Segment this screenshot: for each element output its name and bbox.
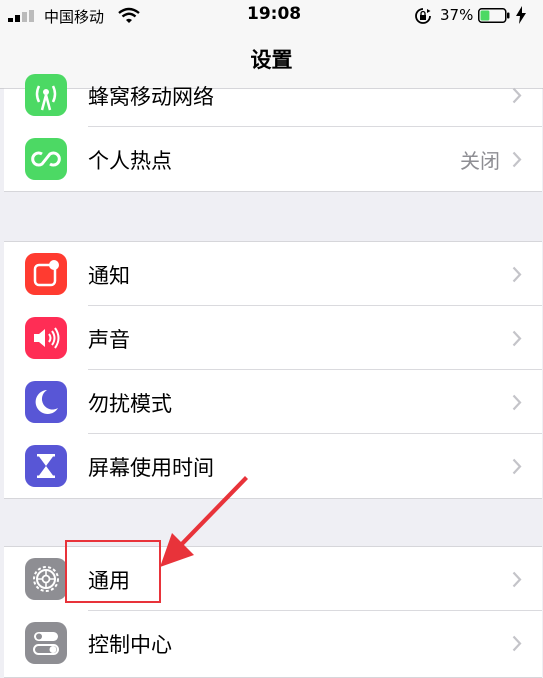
settings-row-screen-time[interactable]: 屏幕使用时间: [4, 434, 542, 498]
settings-group-network: 蜂窝移动网络 个人热点 关闭: [4, 74, 542, 192]
wifi-icon: [118, 7, 140, 23]
chevron-right-icon: [512, 330, 522, 347]
rotation-lock-icon: [415, 8, 431, 24]
chevron-right-icon: [512, 571, 522, 588]
settings-row-sounds[interactable]: 声音: [4, 306, 542, 370]
annotation-arrow-icon: [160, 476, 248, 567]
chevron-right-icon: [512, 87, 522, 104]
settings-row-label: 声音: [88, 328, 130, 352]
status-time: 19:08: [247, 4, 302, 24]
gear-icon: [25, 558, 67, 600]
settings-row-label: 勿扰模式: [88, 392, 172, 416]
hourglass-icon: [25, 445, 67, 487]
settings-row-label: 通知: [88, 264, 130, 288]
carrier-name: 中国移动: [44, 8, 105, 26]
chevron-right-icon: [512, 458, 522, 475]
speaker-icon: [25, 317, 67, 359]
battery-percent: 37%: [440, 6, 474, 24]
settings-group-notifications: 通知 声音 勿扰模式 屏幕使用时间: [4, 241, 542, 499]
chevron-right-icon: [512, 151, 522, 168]
notification-icon: [25, 253, 67, 295]
battery-icon: [478, 8, 510, 23]
status-bar: 中国移动 19:08 37%: [0, 0, 543, 30]
settings-row-label: 个人热点: [88, 149, 172, 173]
settings-row-cellular[interactable]: 蜂窝移动网络: [4, 63, 542, 127]
annotation-highlight-box: [65, 540, 161, 603]
antenna-icon: [25, 74, 67, 116]
settings-row-hotspot[interactable]: 个人热点 关闭: [4, 127, 542, 191]
settings-row-control-center[interactable]: 控制中心: [4, 611, 542, 675]
chevron-right-icon: [512, 266, 522, 283]
settings-row-notifications[interactable]: 通知: [4, 242, 542, 306]
cellular-signal-icon: [8, 10, 34, 22]
chevron-right-icon: [512, 635, 522, 652]
settings-row-label: 控制中心: [88, 633, 172, 657]
moon-icon: [25, 381, 67, 423]
hotspot-icon: [25, 138, 67, 180]
settings-row-do-not-disturb[interactable]: 勿扰模式: [4, 370, 542, 434]
chevron-right-icon: [512, 394, 522, 411]
toggles-icon: [25, 622, 67, 664]
hotspot-status-value: 关闭: [460, 149, 500, 173]
settings-row-label: 蜂窝移动网络: [88, 85, 214, 109]
charging-icon: [516, 6, 526, 24]
